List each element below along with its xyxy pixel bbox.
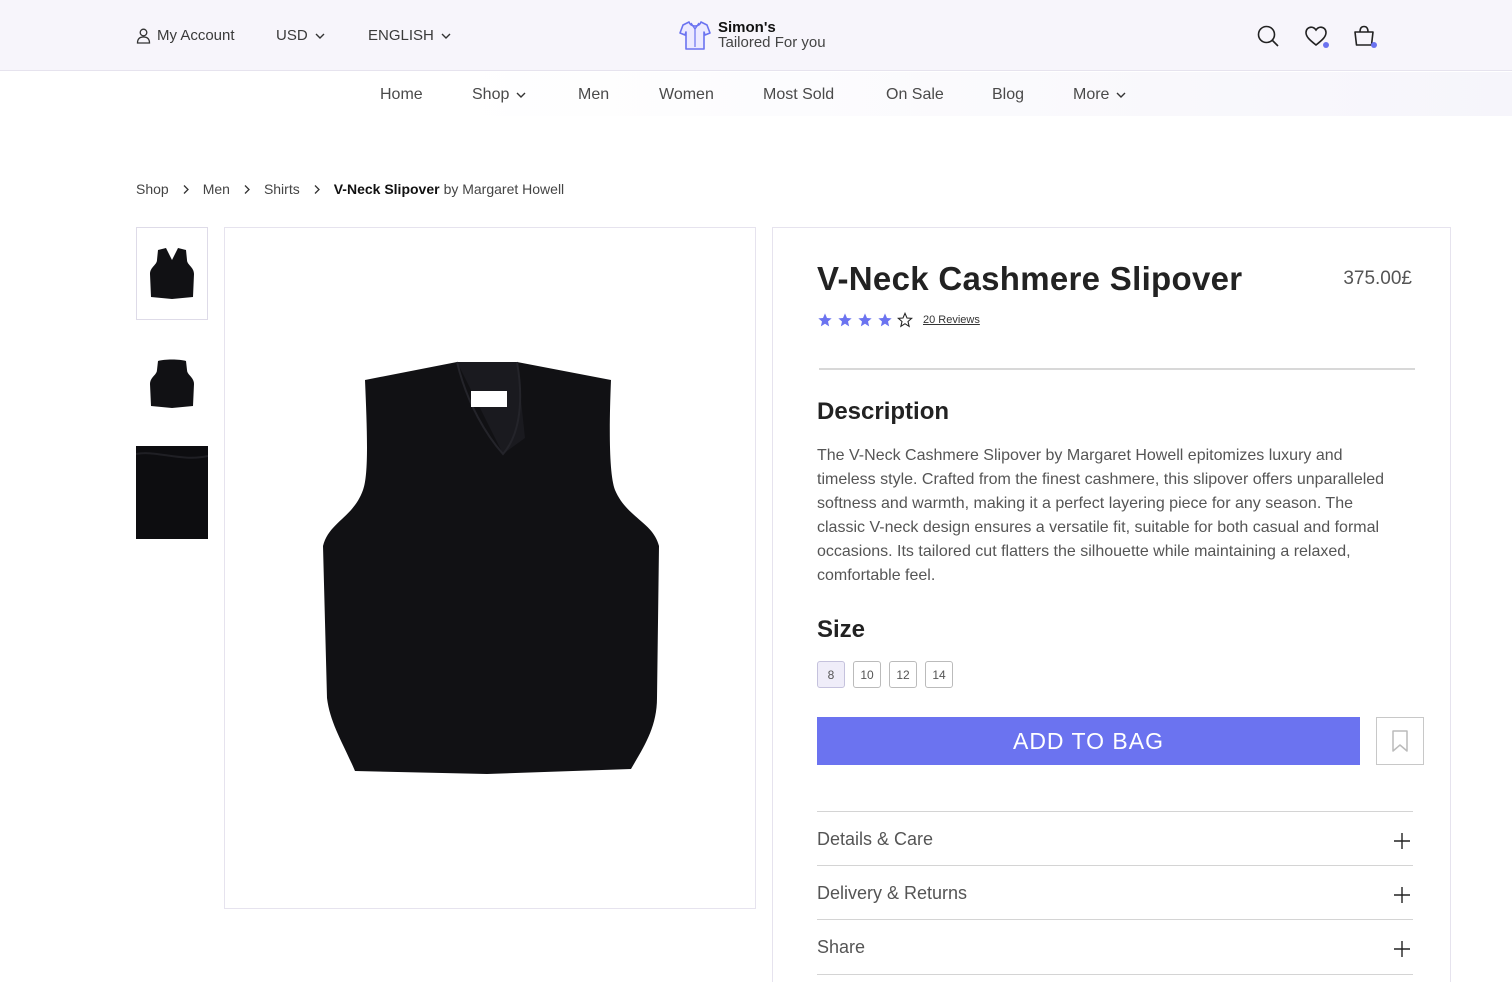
product-main-image[interactable] (224, 227, 756, 909)
my-account-label: My Account (157, 27, 235, 44)
nav-item-women[interactable]: Women (659, 86, 714, 104)
reviews-link[interactable]: 20 Reviews (923, 314, 980, 326)
nav-label: Most Sold (763, 86, 835, 103)
vest-thumbnail-image (150, 247, 194, 299)
nav-item-more[interactable]: More (1073, 86, 1127, 104)
cart-indicator-dot (1371, 42, 1377, 48)
nav-item-shop[interactable]: Shop (472, 86, 527, 104)
description-heading: Description (817, 398, 950, 425)
breadcrumb-men[interactable]: Men (203, 181, 230, 197)
divider (819, 368, 1415, 370)
nav-item-most-sold[interactable]: Most Sold (763, 86, 834, 104)
accordion-details-care[interactable]: Details & Care (817, 811, 1413, 865)
rating: 20 Reviews (817, 312, 980, 328)
wishlist-indicator-dot (1323, 42, 1329, 48)
site-logo[interactable]: Simon's Tailored For you (678, 18, 826, 52)
breadcrumb-current: V-Neck Slipover (333, 181, 440, 197)
chevron-right-icon (243, 184, 251, 195)
currency-value: USD (276, 27, 308, 44)
product-thumbnail-detail[interactable] (136, 446, 208, 539)
accordion-label: Share (817, 937, 866, 957)
chevron-right-icon (182, 184, 190, 195)
nav-item-home[interactable]: Home (380, 86, 423, 104)
nav-label: Home (380, 86, 423, 103)
logo-tagline: Tailored For you (718, 34, 826, 51)
accordion-label: Details & Care (817, 829, 934, 849)
plus-icon (1394, 887, 1410, 903)
description-text: The V-Neck Cashmere Slipover by Margaret… (817, 447, 1385, 584)
currency-select[interactable]: USD (276, 27, 326, 44)
logo-name: Simon's (718, 19, 776, 36)
product-title: V-Neck Cashmere Slipover (817, 260, 1243, 297)
accordion-delivery-returns[interactable]: Delivery & Returns (817, 865, 1413, 919)
product-price: 375.00£ (1343, 268, 1412, 289)
chevron-down-icon (441, 33, 451, 39)
vest-back-thumbnail-image (150, 359, 194, 408)
size-heading: Size (817, 616, 866, 643)
nav-label: Women (659, 86, 714, 103)
search-button[interactable] (1254, 22, 1282, 50)
size-selector: 8 10 12 14 (817, 661, 953, 688)
chevron-down-icon (516, 92, 526, 98)
accordion-label: Delivery & Returns (817, 883, 968, 903)
nav-label: More (1073, 86, 1110, 103)
cart-button[interactable] (1350, 22, 1378, 50)
chevron-down-icon (315, 33, 325, 39)
wishlist-button[interactable] (1302, 22, 1330, 50)
nav-item-blog[interactable]: Blog (992, 86, 1024, 104)
vest-product-image (323, 361, 659, 774)
nav-label: Men (578, 86, 610, 103)
my-account-link[interactable]: My Account (136, 27, 235, 44)
star-filled-icon (858, 313, 872, 327)
size-option-8[interactable]: 8 (817, 661, 845, 688)
nav-item-on-sale[interactable]: On Sale (886, 86, 944, 104)
language-value: ENGLISH (368, 27, 434, 44)
breadcrumb: Shop Men Shirts V-Neck Slipover by Marga… (136, 181, 564, 197)
bookmark-icon (1392, 730, 1408, 752)
nav-label: Shop (472, 86, 510, 103)
divider (817, 974, 1413, 975)
star-filled-icon (818, 313, 832, 327)
accordion-share[interactable]: Share (817, 919, 1413, 973)
search-icon (1257, 25, 1279, 47)
product-thumbnail-front[interactable] (136, 227, 208, 320)
product-details-panel: V-Neck Cashmere Slipover 375.00£ 20 Revi… (772, 227, 1451, 982)
top-bar: My Account USD ENGLISH Simon's Tailored … (0, 0, 1512, 71)
add-to-bag-button[interactable]: ADD TO BAG (817, 717, 1360, 765)
nav-item-men[interactable]: Men (578, 86, 609, 104)
save-to-wishlist-button[interactable] (1376, 717, 1424, 765)
nav-label: Blog (992, 86, 1025, 103)
breadcrumb-shop[interactable]: Shop (136, 181, 169, 197)
breadcrumb-shirts[interactable]: Shirts (264, 181, 300, 197)
nav-label: On Sale (886, 86, 944, 103)
chevron-right-icon (313, 184, 321, 195)
breadcrumb-brand: by Margaret Howell (443, 181, 565, 197)
size-option-14[interactable]: 14 (925, 661, 953, 688)
chevron-down-icon (1116, 92, 1126, 98)
user-icon (136, 28, 151, 44)
product-thumbnail-back[interactable] (136, 336, 208, 429)
language-select[interactable]: ENGLISH (368, 27, 452, 44)
fabric-detail-image (136, 452, 208, 459)
plus-icon (1394, 833, 1410, 849)
star-outline-icon (897, 312, 913, 328)
shirt-logo-icon (679, 21, 711, 50)
size-option-10[interactable]: 10 (853, 661, 881, 688)
star-filled-icon (838, 313, 852, 327)
main-navigation: Home Shop Men Women Most Sold On Sale Bl… (0, 72, 1512, 116)
star-filled-icon (878, 313, 892, 327)
size-option-12[interactable]: 12 (889, 661, 917, 688)
plus-icon (1394, 941, 1410, 957)
